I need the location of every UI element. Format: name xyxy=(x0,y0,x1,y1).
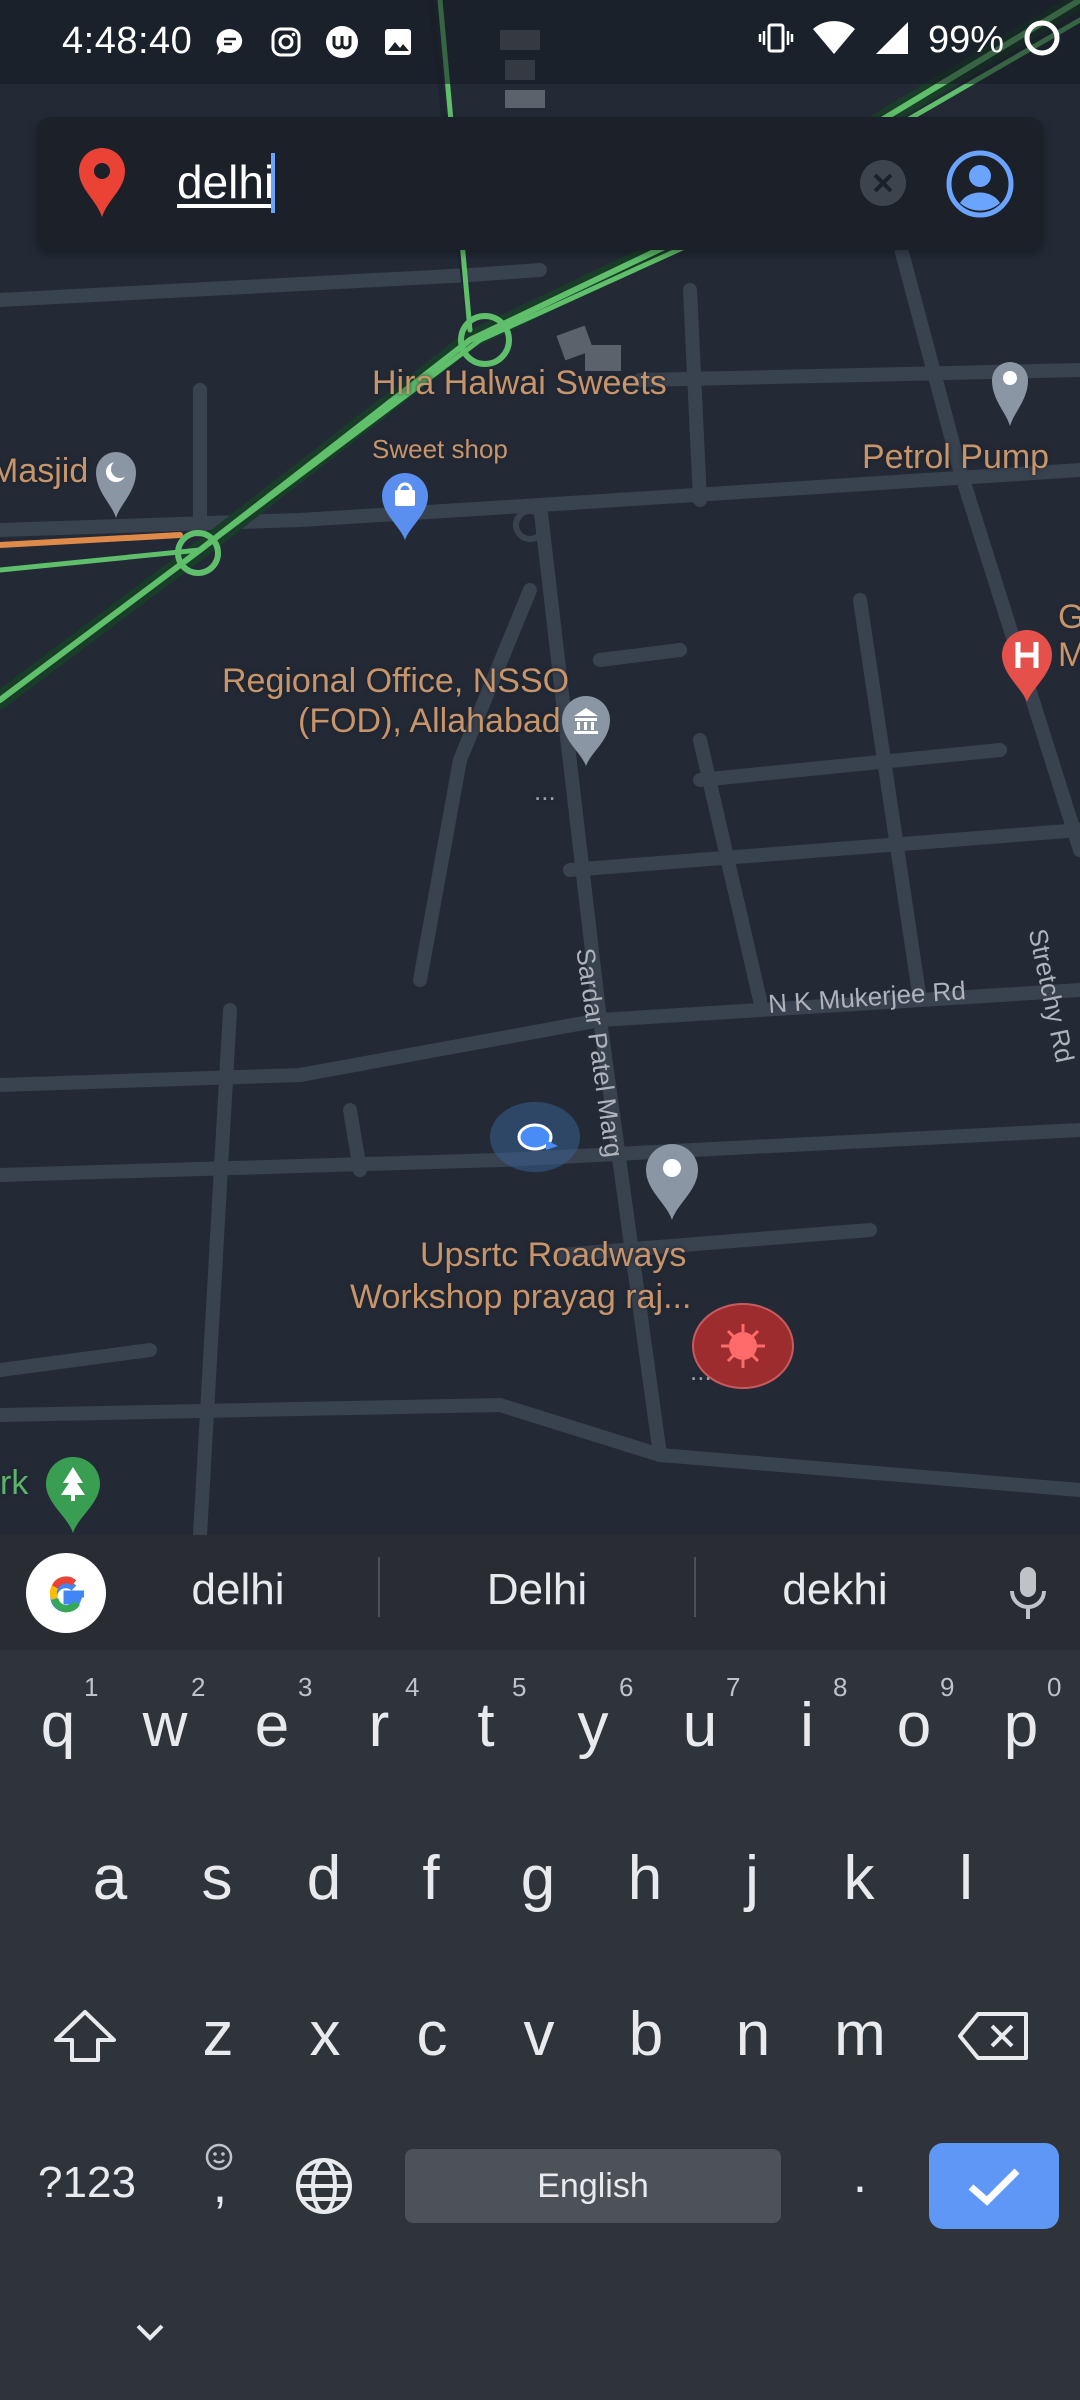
upstox-icon xyxy=(324,24,360,60)
suggestion-1[interactable]: delhi xyxy=(113,1565,363,1615)
map-label-park[interactable]: rk xyxy=(0,1464,28,1503)
key-hint-0: 0 xyxy=(1047,1672,1062,1702)
vibrate-icon xyxy=(758,20,794,61)
suggestion-divider xyxy=(694,1557,696,1617)
shift-icon[interactable] xyxy=(50,2006,120,2066)
mosque-pin-icon[interactable] xyxy=(94,448,138,520)
key-hint-6: 6 xyxy=(619,1672,634,1702)
roadways-workshop-pin-icon[interactable] xyxy=(644,1142,700,1222)
account-avatar-icon[interactable] xyxy=(945,149,1015,219)
space-bar[interactable]: English xyxy=(405,2149,781,2223)
search-bar[interactable]: delhi xyxy=(37,117,1043,250)
emoji-icon xyxy=(205,2143,233,2171)
battery-ring-icon xyxy=(1022,18,1062,63)
signal-icon xyxy=(874,20,910,61)
map-label-upsrtc-line2[interactable]: Workshop prayag raj... xyxy=(350,1278,691,1317)
globe-icon[interactable] xyxy=(294,2156,354,2216)
suggestion-bar: delhi Delhi dekhi xyxy=(0,1535,1080,1650)
key-k[interactable]: k xyxy=(809,1843,909,1914)
keyboard: delhi Delhi dekhi xyxy=(0,1535,1080,2400)
key-hint-2: 2 xyxy=(191,1672,206,1702)
key-n[interactable]: n xyxy=(703,1999,803,2070)
key-m[interactable]: m xyxy=(810,1999,910,2070)
key-hint-9: 9 xyxy=(940,1672,955,1702)
status-time: 4:48:40 xyxy=(62,20,193,62)
symbols-key[interactable]: ?123 xyxy=(22,2158,152,2208)
instagram-icon xyxy=(268,24,304,60)
status-bar: 4:48:40 99% xyxy=(0,0,1080,84)
backspace-icon[interactable] xyxy=(956,2010,1032,2062)
text-cursor xyxy=(271,153,275,213)
key-j[interactable]: j xyxy=(702,1843,802,1914)
search-input[interactable]: delhi xyxy=(177,155,274,209)
suggestion-divider xyxy=(378,1557,380,1617)
key-hint-7: 7 xyxy=(726,1672,741,1702)
suggestion-3[interactable]: dekhi xyxy=(710,1565,960,1615)
key-s[interactable]: s xyxy=(167,1843,267,1914)
enter-button[interactable] xyxy=(929,2143,1059,2229)
key-b[interactable]: b xyxy=(596,1999,696,2070)
period-key[interactable]: . xyxy=(810,2146,910,2204)
message-icon xyxy=(212,24,248,60)
wifi-icon xyxy=(812,20,856,61)
key-x[interactable]: x xyxy=(275,1999,375,2070)
key-v[interactable]: v xyxy=(489,1999,589,2070)
map-label-masjid[interactable]: Masjid xyxy=(0,452,88,491)
key-hint-1: 1 xyxy=(84,1672,99,1702)
petrol-pump-pin-icon[interactable] xyxy=(990,356,1030,428)
key-hint-3: 3 xyxy=(298,1672,313,1702)
key-hint-8: 8 xyxy=(833,1672,848,1702)
map-label-hospital-1: G xyxy=(1058,598,1080,636)
map-label-hira-halwai[interactable]: Hira Halwai Sweets xyxy=(372,364,667,403)
battery-percentage: 99% xyxy=(927,19,1004,61)
map-label-regional-more: ... xyxy=(534,776,556,806)
key-d[interactable]: d xyxy=(274,1843,374,1914)
park-pin-icon[interactable] xyxy=(44,1455,102,1535)
shopping-pin-icon[interactable] xyxy=(380,470,430,542)
map-label-regional-office-line2[interactable]: (FOD), Allahabad xyxy=(298,702,561,741)
key-f[interactable]: f xyxy=(381,1843,481,1914)
government-building-pin-icon[interactable] xyxy=(560,694,612,768)
location-pin-icon xyxy=(79,148,125,217)
current-location-icon[interactable] xyxy=(488,1100,582,1174)
key-c[interactable]: c xyxy=(382,1999,482,2070)
key-hint-5: 5 xyxy=(512,1672,527,1702)
microphone-icon[interactable] xyxy=(1006,1565,1050,1621)
map-label-sweet-shop: Sweet shop xyxy=(372,434,508,464)
key-z[interactable]: z xyxy=(168,1999,268,2070)
google-logo-icon[interactable] xyxy=(26,1553,106,1633)
key-l[interactable]: l xyxy=(916,1843,1016,1914)
suggestion-2[interactable]: Delhi xyxy=(412,1565,662,1615)
key-h[interactable]: h xyxy=(595,1843,695,1914)
map-label-hospital-2: M xyxy=(1058,636,1080,674)
close-icon xyxy=(873,173,893,193)
map-label-regional-office-line1[interactable]: Regional Office, NSSO xyxy=(222,662,569,701)
chevron-down-icon[interactable] xyxy=(132,2320,168,2344)
key-a[interactable]: a xyxy=(60,1843,160,1914)
covid-zone-icon[interactable] xyxy=(690,1302,796,1390)
map-label-petrol-pump[interactable]: Petrol Pump xyxy=(862,438,1049,477)
key-g[interactable]: g xyxy=(488,1843,588,1914)
map-label-upsrtc-line1[interactable]: Upsrtc Roadways xyxy=(420,1236,686,1275)
key-hint-4: 4 xyxy=(405,1672,420,1702)
gallery-icon xyxy=(380,24,416,60)
hospital-pin-icon[interactable] xyxy=(1000,628,1054,704)
clear-search-button[interactable] xyxy=(860,160,906,206)
check-icon xyxy=(968,2168,1020,2206)
